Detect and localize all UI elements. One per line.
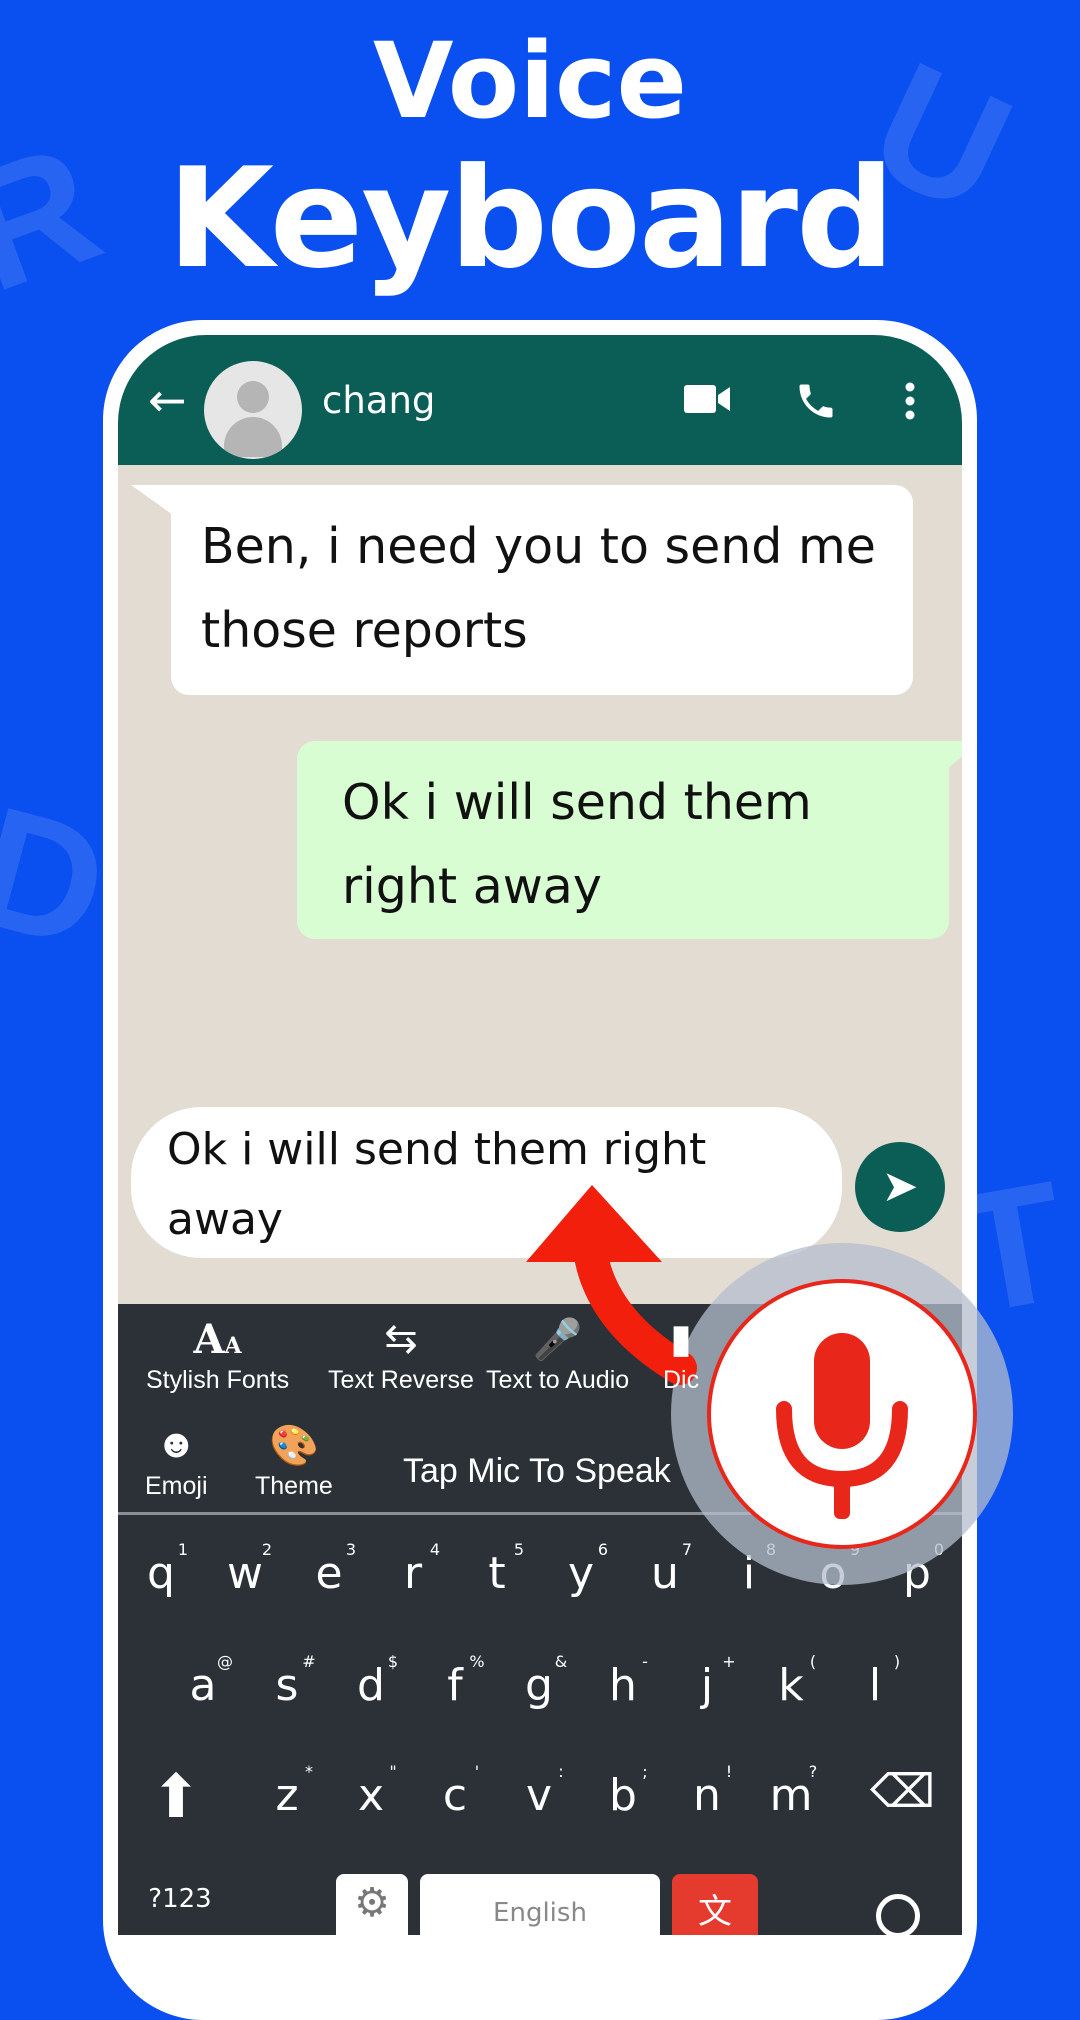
toolbar-dictionary[interactable]: ▮ Dic — [663, 1316, 699, 1395]
pointer-arrow — [526, 1185, 697, 1385]
dictionary-icon: ▮ — [670, 1317, 693, 1361]
